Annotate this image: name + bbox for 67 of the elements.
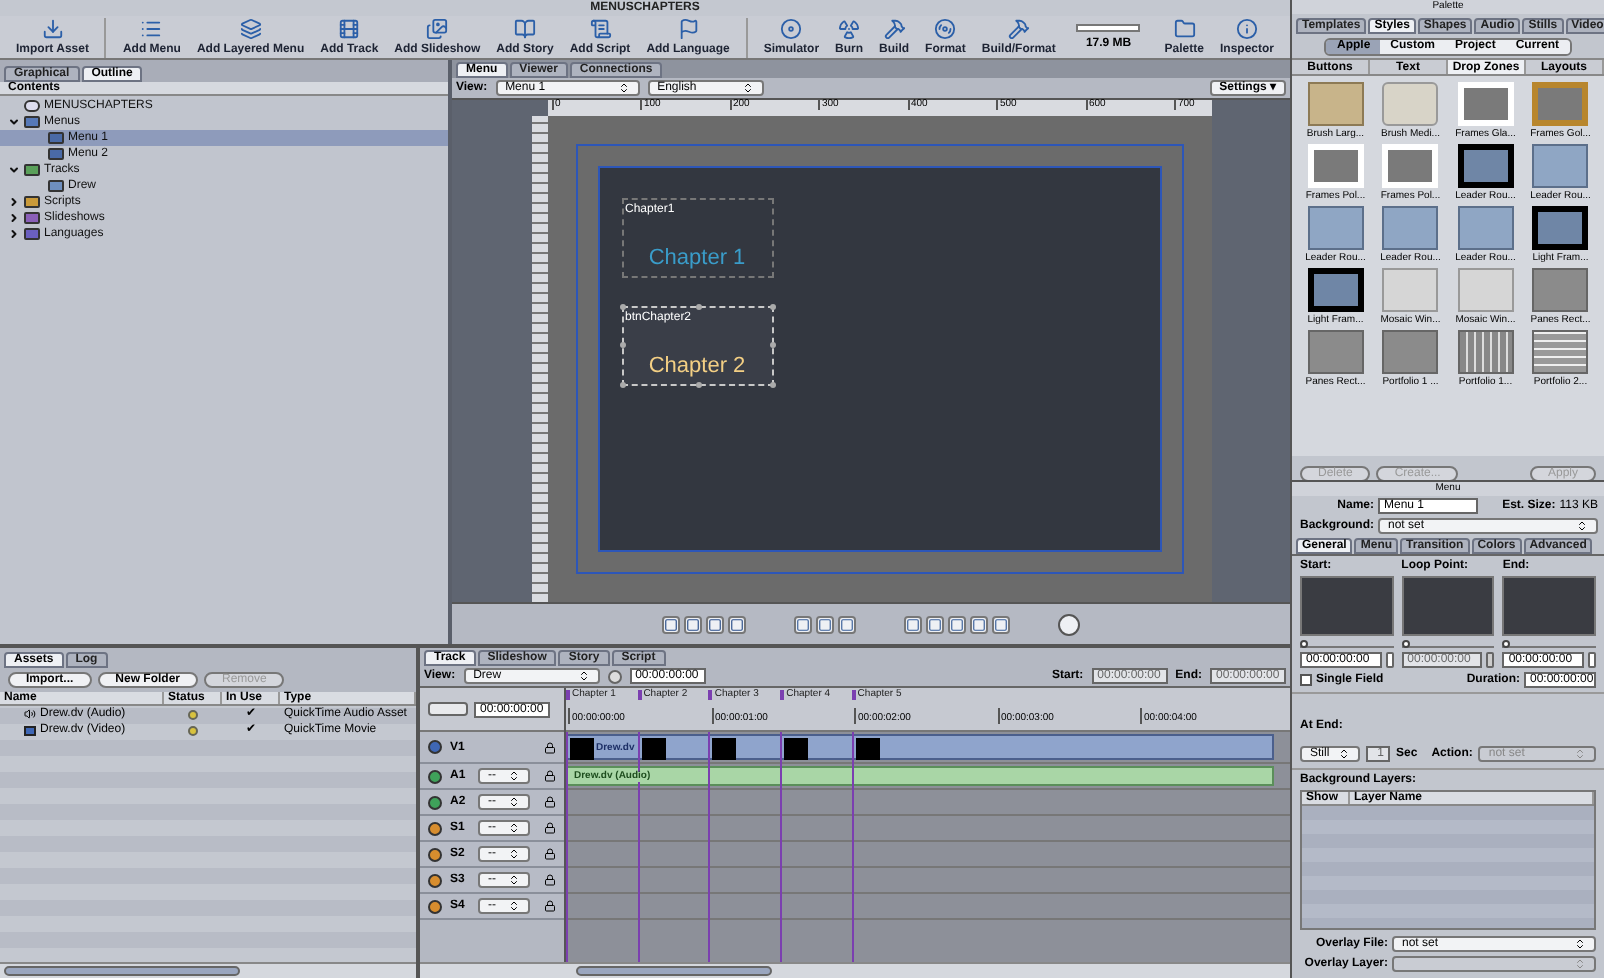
- slider-thumb[interactable]: [1502, 640, 1511, 648]
- disc-icon: [934, 18, 957, 40]
- style-thumbnail[interactable]: [1307, 82, 1364, 126]
- disc-icon: [780, 18, 803, 40]
- lock-icon[interactable]: [544, 874, 556, 886]
- style-thumbnail[interactable]: [1307, 330, 1364, 374]
- lock-icon[interactable]: [544, 848, 556, 860]
- flag-icon: [677, 18, 700, 40]
- resize-handle[interactable]: [769, 382, 775, 388]
- film-icon: [338, 18, 361, 40]
- scroll-icon: [589, 18, 612, 40]
- speaker-icon: [24, 708, 36, 720]
- hammer-icon: [1007, 18, 1030, 40]
- film-icon: [24, 725, 36, 735]
- stepper[interactable]: [1385, 652, 1394, 668]
- resize-handle[interactable]: [695, 382, 701, 388]
- style-thumbnail[interactable]: [1307, 268, 1364, 312]
- stepper[interactable]: [1588, 652, 1596, 668]
- video-thumbnail: [784, 738, 809, 760]
- style-thumbnail[interactable]: [1457, 330, 1514, 374]
- lock-icon[interactable]: [544, 741, 556, 753]
- resize-handle[interactable]: [619, 382, 625, 388]
- video-thumbnail: [712, 738, 737, 760]
- style-thumbnail[interactable]: [1532, 330, 1589, 374]
- video-thumbnail: [855, 738, 880, 760]
- disclosure-icon[interactable]: [8, 164, 20, 176]
- lock-icon[interactable]: [544, 822, 556, 834]
- loop-icon[interactable]: [607, 669, 622, 683]
- track-toggle-icon[interactable]: [428, 740, 442, 754]
- button-text: Chapter 1: [646, 248, 748, 270]
- resize-handle[interactable]: [769, 304, 775, 310]
- book-icon: [514, 18, 536, 40]
- lock-icon[interactable]: [544, 770, 556, 782]
- images-icon: [426, 18, 449, 40]
- preview-well: [1502, 576, 1596, 636]
- resize-handle[interactable]: [619, 342, 625, 348]
- layers-icon: [239, 18, 262, 40]
- button-text: Chapter 2: [646, 356, 748, 378]
- style-thumbnail[interactable]: [1457, 144, 1514, 188]
- style-thumbnail[interactable]: [1457, 268, 1514, 312]
- video-thumbnail: [641, 738, 666, 760]
- style-thumbnail[interactable]: [1532, 82, 1589, 126]
- disclosure-icon[interactable]: [8, 116, 20, 128]
- lock-icon[interactable]: [544, 900, 556, 912]
- style-thumbnail[interactable]: [1532, 144, 1589, 188]
- style-thumbnail[interactable]: [1457, 206, 1514, 250]
- style-thumbnail[interactable]: [1382, 268, 1439, 312]
- preview-well: [1401, 576, 1495, 636]
- radiation-icon: [838, 18, 861, 40]
- style-thumbnail[interactable]: [1307, 206, 1364, 250]
- lock-icon[interactable]: [544, 796, 556, 808]
- preview-well: [1300, 576, 1394, 636]
- checkbox[interactable]: [1300, 674, 1312, 686]
- style-thumbnail[interactable]: [1532, 268, 1589, 312]
- style-thumbnail[interactable]: [1382, 330, 1439, 374]
- resize-handle[interactable]: [769, 342, 775, 348]
- info-icon: [1235, 18, 1258, 40]
- hammer-icon: [883, 18, 906, 40]
- download-icon: [41, 18, 64, 40]
- list-icon: [140, 18, 163, 40]
- style-thumbnail[interactable]: [1382, 206, 1439, 250]
- slider-thumb[interactable]: [1300, 640, 1308, 648]
- resize-handle[interactable]: [695, 304, 701, 310]
- style-thumbnail[interactable]: [1532, 206, 1589, 250]
- style-thumbnail[interactable]: [1382, 82, 1439, 126]
- video-thumbnail: [570, 738, 594, 760]
- resize-handle[interactable]: [619, 304, 625, 310]
